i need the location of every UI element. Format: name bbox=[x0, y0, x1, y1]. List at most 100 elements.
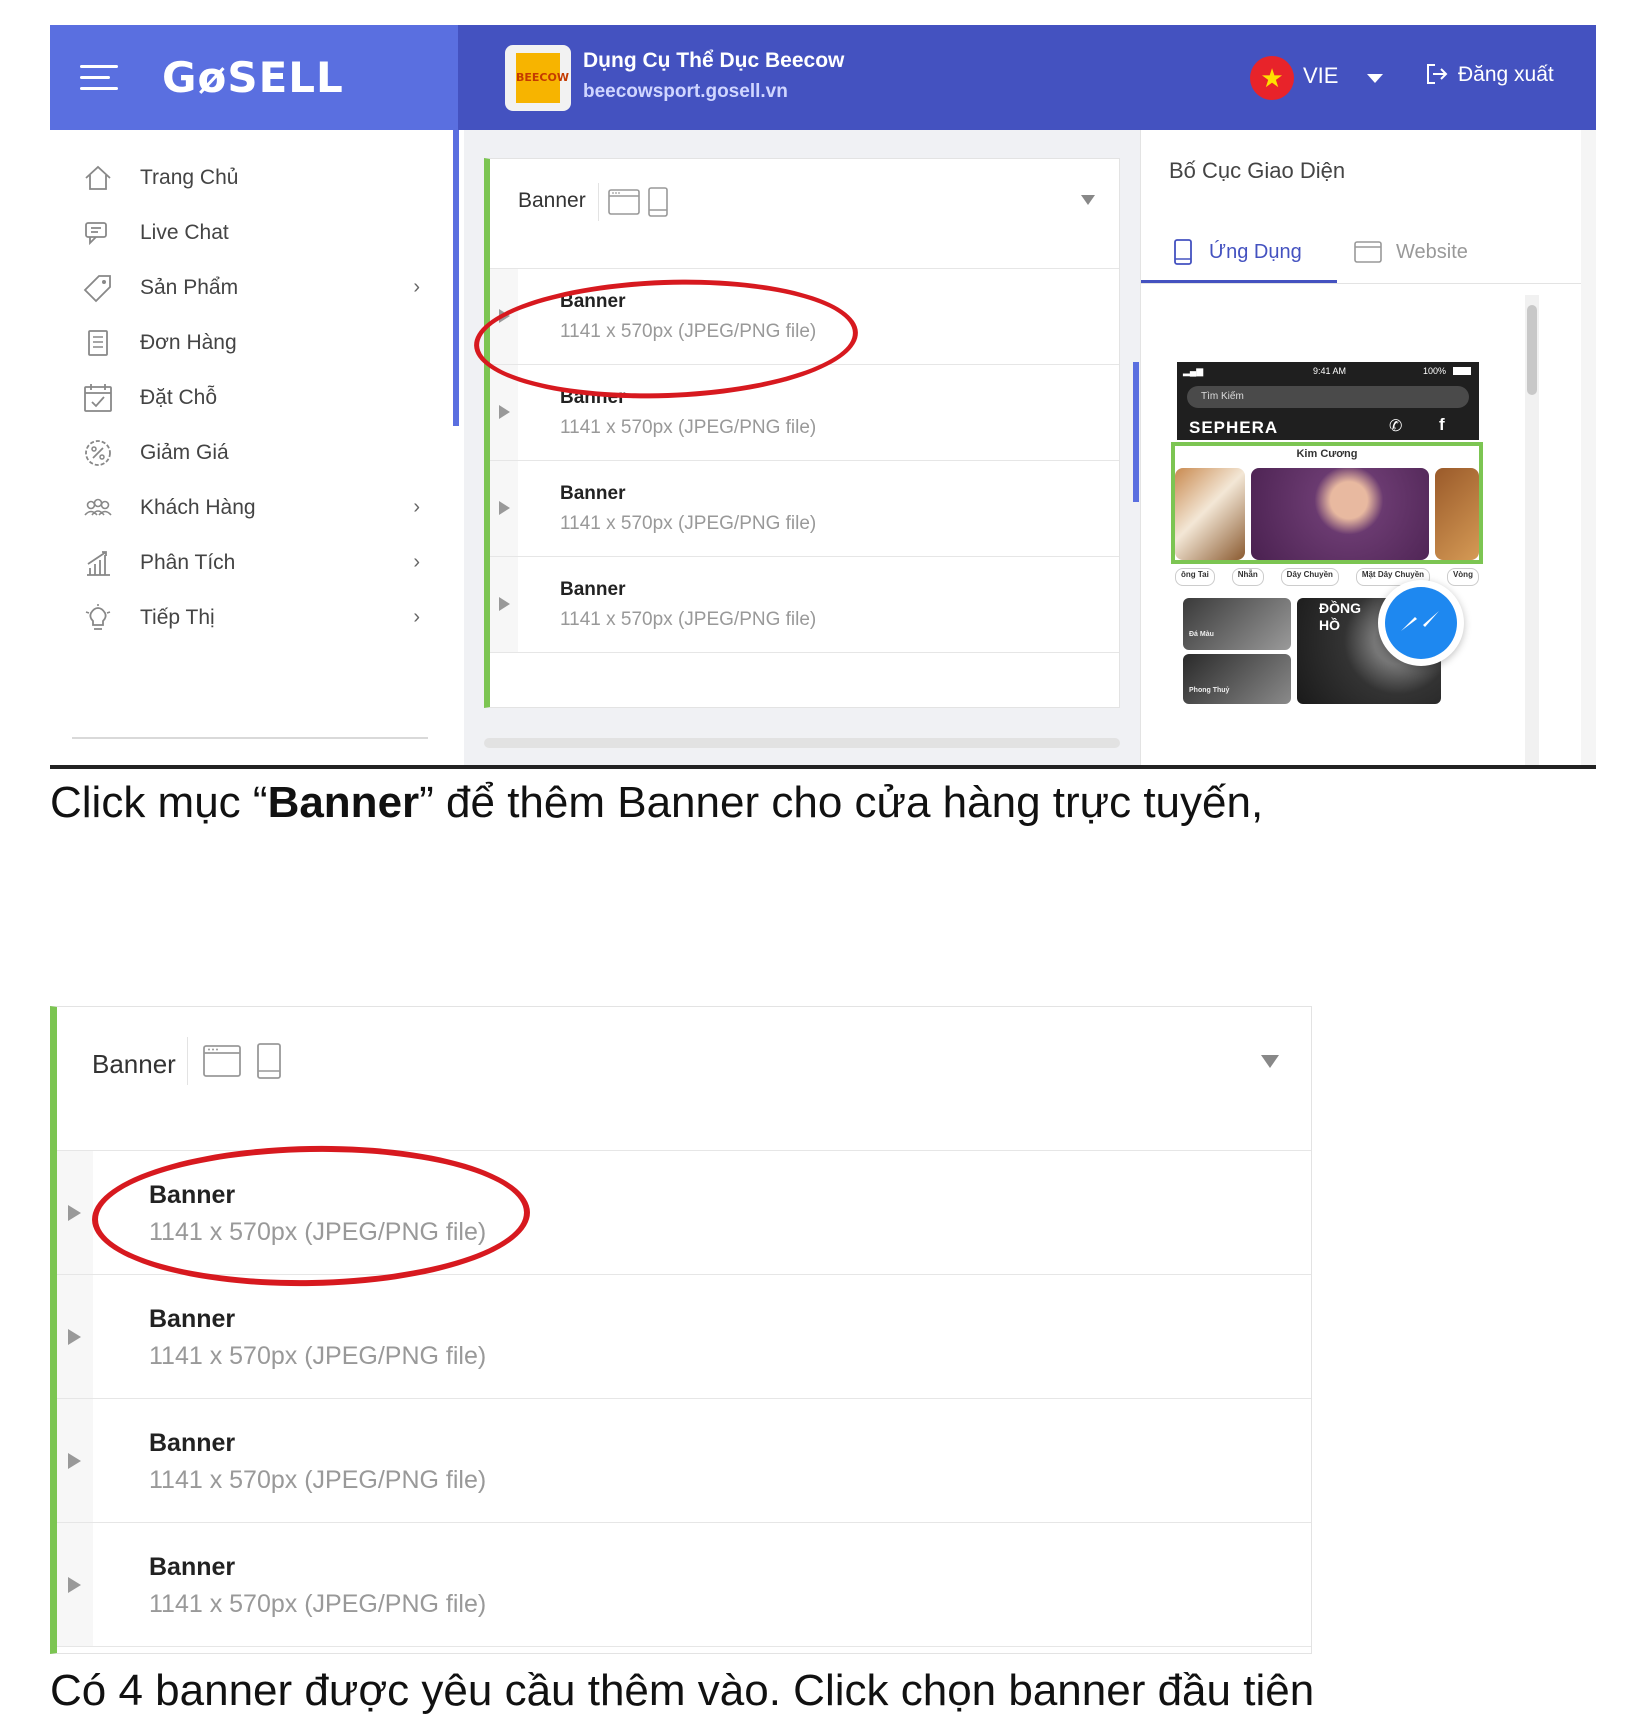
tile-label: Đá Màu bbox=[1189, 631, 1214, 638]
vietnam-flag-icon[interactable]: ★ bbox=[1250, 56, 1294, 100]
sidebar-item-label: Phân Tích bbox=[140, 551, 236, 574]
banner-title: Banner bbox=[560, 483, 626, 504]
tile-label: Phong Thuỷ bbox=[1189, 687, 1230, 694]
sidebar-item-live-chat[interactable]: Live Chat bbox=[80, 211, 420, 255]
facebook-icon: f bbox=[1439, 415, 1445, 434]
banner-item-1[interactable]: Banner 1141 x 570px (JPEG/PNG file) bbox=[490, 269, 1119, 365]
sidebar-item-home[interactable]: Trang Chủ bbox=[80, 156, 420, 200]
expand-arrow-icon[interactable] bbox=[68, 1329, 81, 1345]
chevron-right-icon: › bbox=[413, 551, 420, 573]
panel-scrollbar[interactable] bbox=[1581, 130, 1596, 765]
chevron-down-icon[interactable] bbox=[1367, 74, 1383, 83]
sidebar-item-label: Trang Chủ bbox=[140, 166, 239, 189]
banner-title: Banner bbox=[149, 1181, 236, 1209]
expand-arrow-icon[interactable] bbox=[499, 501, 510, 515]
banner-spec: 1141 x 570px (JPEG/PNG file) bbox=[560, 513, 817, 534]
section-title: Banner bbox=[518, 189, 586, 212]
section-title: Banner bbox=[92, 1049, 176, 1079]
category-chip: Vòng bbox=[1446, 568, 1479, 586]
language-selector[interactable]: VIE bbox=[1303, 63, 1338, 89]
banner-title: Banner bbox=[560, 579, 626, 600]
sidebar-item-products[interactable]: Sản Phẩm › bbox=[80, 266, 420, 310]
banner-item-3[interactable]: Banner 1141 x 570px (JPEG/PNG file) bbox=[490, 461, 1119, 557]
signal-icon: ▂▄▆ bbox=[1183, 366, 1204, 376]
chevron-down-icon[interactable] bbox=[1261, 1055, 1279, 1068]
expand-arrow-icon[interactable] bbox=[68, 1453, 81, 1469]
store-logo: BEECOW bbox=[505, 45, 571, 111]
sidebar-item-label: Giảm Giá bbox=[140, 441, 229, 464]
expand-arrow-icon[interactable] bbox=[499, 405, 510, 419]
messenger-button[interactable] bbox=[1378, 580, 1464, 666]
banner-caption: Kim Cương bbox=[1296, 448, 1358, 460]
phone-header: Tìm Kiếm SEPHERA ✆ f bbox=[1177, 380, 1479, 440]
store-name: Dụng Cụ Thể Dục Beecow bbox=[583, 49, 845, 72]
caption-1: Click mục “Banner” để thêm Banner cho cử… bbox=[50, 778, 1263, 828]
phone-battery: 100% bbox=[1423, 366, 1447, 376]
caption-2: Có 4 banner được yêu cầu thêm vào. Click… bbox=[50, 1666, 1315, 1715]
sidebar-item-label: Live Chat bbox=[140, 221, 229, 244]
horizontal-scrollbar[interactable] bbox=[484, 738, 1120, 748]
desktop-icon bbox=[203, 1045, 241, 1077]
tab-label: Website bbox=[1396, 240, 1468, 263]
sidebar-item-marketing[interactable]: Tiếp Thị › bbox=[80, 596, 420, 640]
banner-spec: 1141 x 570px (JPEG/PNG file) bbox=[149, 1466, 487, 1494]
expand-arrow-icon[interactable] bbox=[68, 1205, 81, 1221]
expand-arrow-icon[interactable] bbox=[499, 309, 510, 323]
chevron-right-icon: › bbox=[413, 606, 420, 628]
banner-spec: 1141 x 570px (JPEG/PNG file) bbox=[560, 321, 817, 342]
phone-preview[interactable]: ▂▄▆ 9:41 AM 100% Tìm Kiếm SEPHERA ✆ f Ki… bbox=[1171, 362, 1483, 765]
menu-icon[interactable] bbox=[80, 65, 118, 91]
lightbulb-icon bbox=[80, 600, 116, 636]
sidebar-item-discount[interactable]: Giảm Giá bbox=[80, 431, 420, 475]
receipt-icon bbox=[80, 325, 116, 361]
divider bbox=[72, 737, 428, 739]
top-header: GøSELL BEECOW Dụng Cụ Thể Dục Beecow bee… bbox=[50, 25, 1596, 130]
chart-icon bbox=[80, 545, 116, 581]
banner-item-2[interactable]: Banner 1141 x 570px (JPEG/PNG file) bbox=[490, 365, 1119, 461]
tab-app[interactable]: Ứng Dụng bbox=[1171, 222, 1302, 282]
banner-item-2[interactable]: Banner 1141 x 570px (JPEG/PNG file) bbox=[57, 1275, 1311, 1399]
banner-item-4[interactable]: Banner 1141 x 570px (JPEG/PNG file) bbox=[490, 557, 1119, 653]
panel-title: Bố Cục Giao Diện bbox=[1169, 158, 1346, 183]
sidebar-item-booking[interactable]: Đặt Chỗ bbox=[80, 376, 420, 420]
banner-item-3[interactable]: Banner 1141 x 570px (JPEG/PNG file) bbox=[57, 1399, 1311, 1523]
banner-title: Banner bbox=[560, 387, 626, 408]
sidebar-item-label: Tiếp Thị bbox=[140, 606, 215, 629]
banner-title: Banner bbox=[149, 1305, 236, 1333]
banner-section-card: Banner Banner 1141 x 570px (JPEG/PNG fil… bbox=[484, 158, 1120, 708]
divider bbox=[50, 765, 1596, 769]
banner-spec: 1141 x 570px (JPEG/PNG file) bbox=[560, 417, 817, 438]
banner-spec: 1141 x 570px (JPEG/PNG file) bbox=[149, 1590, 487, 1618]
sidebar-item-customers[interactable]: Khách Hàng › bbox=[80, 486, 420, 530]
banner-spec: 1141 x 570px (JPEG/PNG file) bbox=[560, 609, 817, 630]
phone-status-bar: ▂▄▆ 9:41 AM 100% bbox=[1177, 362, 1479, 380]
sidebar: Trang Chủ Live Chat Sản Phẩm › Đơn Hàng … bbox=[50, 130, 458, 765]
banner-item-1[interactable]: Banner 1141 x 570px (JPEG/PNG file) bbox=[57, 1151, 1311, 1275]
desktop-icon bbox=[608, 189, 640, 215]
sidebar-item-orders[interactable]: Đơn Hàng bbox=[80, 321, 420, 365]
sidebar-scrollbar[interactable] bbox=[453, 130, 459, 426]
store-url[interactable]: beecowsport.gosell.vn bbox=[583, 81, 788, 103]
chevron-right-icon: › bbox=[413, 276, 420, 298]
logout-icon[interactable] bbox=[1426, 63, 1448, 85]
tab-website[interactable]: Website bbox=[1354, 222, 1468, 282]
banner-section-header[interactable]: Banner bbox=[57, 1007, 1311, 1151]
expand-arrow-icon[interactable] bbox=[68, 1577, 81, 1593]
selection-indicator bbox=[1133, 362, 1139, 502]
expand-arrow-icon[interactable] bbox=[499, 597, 510, 611]
discount-icon bbox=[80, 435, 116, 471]
banner-spec: 1141 x 570px (JPEG/PNG file) bbox=[149, 1218, 487, 1246]
store-logo-text: BEECOW bbox=[516, 53, 569, 103]
mobile-icon bbox=[1174, 239, 1192, 265]
home-icon bbox=[80, 160, 116, 196]
desktop-icon bbox=[1354, 241, 1382, 263]
preview-scrollbar[interactable] bbox=[1525, 295, 1539, 765]
chevron-down-icon[interactable] bbox=[1081, 195, 1095, 205]
tile-stones bbox=[1183, 598, 1291, 650]
banner-item-4[interactable]: Banner 1141 x 570px (JPEG/PNG file) bbox=[57, 1523, 1311, 1647]
logout-button[interactable]: Đăng xuất bbox=[1458, 63, 1554, 87]
banner-title: Banner bbox=[149, 1553, 236, 1581]
divider bbox=[1141, 283, 1596, 284]
banner-section-header[interactable]: Banner bbox=[490, 159, 1119, 269]
sidebar-item-analytics[interactable]: Phân Tích › bbox=[80, 541, 420, 585]
